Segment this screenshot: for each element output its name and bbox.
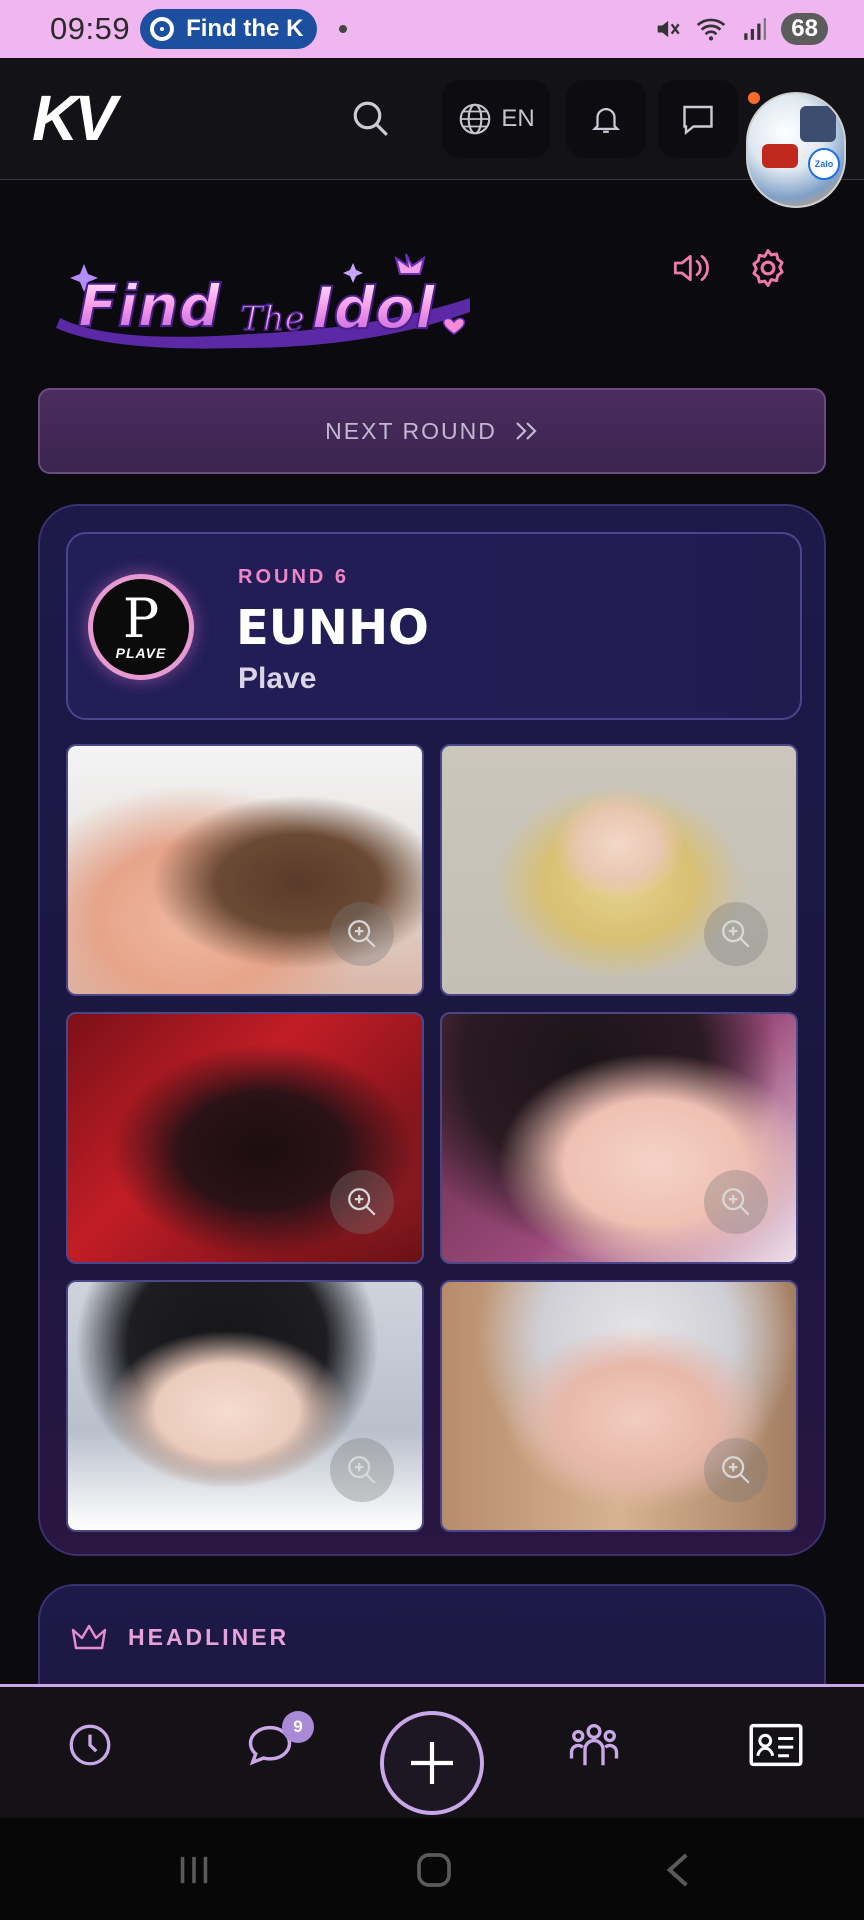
messages-badge: 9 [282, 1711, 314, 1743]
photo-option-1[interactable] [66, 744, 424, 996]
messages-button[interactable] [658, 80, 738, 158]
mute-icon [657, 20, 680, 38]
double-chevron-right-icon [516, 422, 537, 440]
recents-icon [180, 1856, 208, 1884]
photo-option-4[interactable] [440, 1012, 798, 1264]
back-button[interactable] [656, 1848, 700, 1892]
photo-option-6[interactable] [440, 1280, 798, 1532]
battery-level: 68 [781, 13, 828, 45]
back-icon [666, 1853, 688, 1887]
title-word-3: Idol [312, 274, 436, 342]
status-time: 09:59 [50, 11, 131, 46]
crown-icon [71, 1624, 107, 1650]
zalo-badge: Zalo [808, 148, 840, 180]
wifi-icon [697, 18, 726, 41]
chat-icon [683, 105, 713, 135]
photo-option-3[interactable] [66, 1012, 424, 1264]
title-word-2: The [240, 299, 305, 339]
app-logo[interactable]: KV [32, 86, 117, 150]
round-card: P PLAVE ROUND 6 EUNHO Plave [38, 504, 826, 1556]
photo-option-5[interactable] [66, 1280, 424, 1532]
round-info: P PLAVE ROUND 6 EUNHO Plave [66, 532, 802, 720]
system-navigation-bar [0, 1818, 864, 1920]
zoom-in-icon[interactable] [704, 1170, 768, 1234]
profile-card-icon [749, 1723, 803, 1767]
unread-dot [748, 92, 760, 104]
signal-icon [744, 18, 767, 40]
community-icon [569, 1723, 619, 1766]
next-round-label: NEXT ROUND [325, 417, 497, 444]
chrome-icon [150, 17, 175, 41]
notification-dot [339, 25, 348, 33]
app-header: KV EN [0, 58, 864, 180]
create-button[interactable] [380, 1711, 484, 1815]
zoom-in-icon[interactable] [704, 902, 768, 966]
status-bar: 09:59 Find the K 68 [0, 0, 864, 58]
group-logo: P PLAVE [88, 574, 194, 680]
group-logo-mark: P [122, 587, 160, 650]
history-tab[interactable] [58, 1713, 122, 1777]
bottom-navigation: 9 [0, 1684, 864, 1818]
globe-icon [460, 103, 491, 135]
group-logo-text: PLAVE [115, 645, 167, 661]
language-button[interactable]: EN [442, 80, 550, 158]
notifications-button[interactable] [566, 80, 646, 158]
home-icon [417, 1853, 451, 1887]
next-round-button[interactable]: NEXT ROUND [38, 388, 826, 474]
photo-option-2[interactable] [440, 744, 798, 996]
zoom-in-icon[interactable] [330, 1170, 394, 1234]
status-right-icons: 68 [653, 13, 828, 45]
find-the-idol-logo: Find The Idol [56, 253, 470, 349]
history-icon [69, 1724, 111, 1766]
language-label: EN [501, 105, 535, 132]
home-button[interactable] [412, 1848, 456, 1892]
settings-gear-icon[interactable] [746, 246, 790, 290]
search-icon[interactable] [350, 98, 392, 140]
community-tab[interactable] [562, 1713, 626, 1777]
photo-grid [66, 744, 802, 1532]
avatar-figure [800, 106, 836, 142]
pill-text: Find the K [186, 15, 304, 42]
profile-card-tab[interactable] [744, 1713, 808, 1777]
avatar-emblem [762, 144, 798, 168]
zoom-in-icon[interactable] [330, 1438, 394, 1502]
zoom-in-icon[interactable] [704, 1438, 768, 1502]
zoom-in-icon[interactable] [330, 902, 394, 966]
group-name: Plave [238, 662, 317, 695]
sound-icon[interactable] [670, 248, 714, 288]
user-avatar[interactable]: Zalo [746, 92, 846, 208]
bell-icon [591, 108, 621, 133]
recents-button[interactable] [172, 1848, 216, 1892]
add-icon [411, 1742, 453, 1784]
title-word-1: Find [78, 272, 221, 340]
idol-name: EUNHO [236, 600, 429, 656]
active-tab-pill[interactable]: Find the K [140, 9, 318, 49]
round-number: ROUND 6 [238, 566, 350, 588]
headliner-label: HEADLINER [128, 1624, 290, 1650]
